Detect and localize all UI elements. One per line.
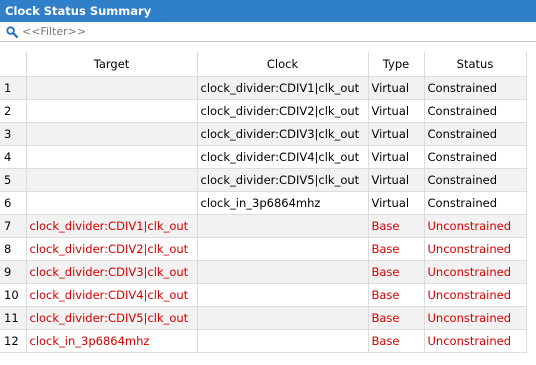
row-index: 5 xyxy=(0,168,27,192)
row-index: 10 xyxy=(0,283,27,307)
column-header-status[interactable]: Status xyxy=(424,51,527,77)
status-cell: Constrained xyxy=(424,145,527,169)
target-cell: clock_divider:CDIV5|clk_out xyxy=(26,306,198,330)
table-row[interactable]: 2 clock_divider:CDIV2|clk_out Virtual Co… xyxy=(0,99,527,123)
row-index: 1 xyxy=(0,76,27,100)
target-cell xyxy=(26,145,198,169)
target-cell xyxy=(26,122,198,146)
column-header-target[interactable]: Target xyxy=(26,51,198,77)
status-cell: Unconstrained xyxy=(424,329,527,353)
row-index: 6 xyxy=(0,191,27,215)
table-row[interactable]: 12 clock_in_3p6864mhz Base Unconstrained xyxy=(0,329,527,353)
type-cell: Base xyxy=(368,283,425,307)
clock-cell: clock_in_3p6864mhz xyxy=(197,191,369,215)
status-cell: Constrained xyxy=(424,191,527,215)
type-cell: Virtual xyxy=(368,76,425,100)
clock-status-table: Target Clock Type Status 1 clock_divider… xyxy=(0,51,527,353)
row-index: 11 xyxy=(0,306,27,330)
target-cell xyxy=(26,168,198,192)
type-cell: Base xyxy=(368,260,425,284)
search-icon[interactable] xyxy=(6,25,18,38)
row-index: 4 xyxy=(0,145,27,169)
status-cell: Unconstrained xyxy=(424,283,527,307)
clock-cell: clock_divider:CDIV3|clk_out xyxy=(197,122,369,146)
table-row[interactable]: 3 clock_divider:CDIV3|clk_out Virtual Co… xyxy=(0,122,527,146)
clock-cell: clock_divider:CDIV5|clk_out xyxy=(197,168,369,192)
table-row[interactable]: 11 clock_divider:CDIV5|clk_out Base Unco… xyxy=(0,306,527,330)
row-index: 12 xyxy=(0,329,27,353)
type-cell: Virtual xyxy=(368,99,425,123)
row-index: 3 xyxy=(0,122,27,146)
target-cell: clock_in_3p6864mhz xyxy=(26,329,198,353)
table-row[interactable]: 7 clock_divider:CDIV1|clk_out Base Uncon… xyxy=(0,214,527,238)
row-index: 9 xyxy=(0,260,27,284)
status-cell: Constrained xyxy=(424,168,527,192)
target-cell: clock_divider:CDIV3|clk_out xyxy=(26,260,198,284)
row-index: 2 xyxy=(0,99,27,123)
clock-cell xyxy=(197,260,369,284)
table-row[interactable]: 10 clock_divider:CDIV4|clk_out Base Unco… xyxy=(0,283,527,307)
status-cell: Unconstrained xyxy=(424,214,527,238)
table-row[interactable]: 9 clock_divider:CDIV3|clk_out Base Uncon… xyxy=(0,260,527,284)
clock-cell: clock_divider:CDIV1|clk_out xyxy=(197,76,369,100)
type-cell: Base xyxy=(368,214,425,238)
target-cell xyxy=(26,191,198,215)
filter-input[interactable] xyxy=(22,25,322,38)
panel-title-bar: Clock Status Summary xyxy=(0,0,536,22)
status-cell: Unconstrained xyxy=(424,260,527,284)
clock-cell xyxy=(197,237,369,261)
type-cell: Virtual xyxy=(368,122,425,146)
column-header-index[interactable] xyxy=(0,51,27,77)
clock-cell xyxy=(197,283,369,307)
table-row[interactable]: 4 clock_divider:CDIV4|clk_out Virtual Co… xyxy=(0,145,527,169)
type-cell: Virtual xyxy=(368,191,425,215)
target-cell: clock_divider:CDIV4|clk_out xyxy=(26,283,198,307)
clock-cell xyxy=(197,214,369,238)
row-index: 8 xyxy=(0,237,27,261)
target-cell: clock_divider:CDIV1|clk_out xyxy=(26,214,198,238)
filter-bar xyxy=(0,22,536,42)
panel-title: Clock Status Summary xyxy=(5,4,152,18)
column-header-type[interactable]: Type xyxy=(368,51,425,77)
status-cell: Unconstrained xyxy=(424,237,527,261)
clock-cell xyxy=(197,306,369,330)
column-header-clock[interactable]: Clock xyxy=(197,51,369,77)
target-cell: clock_divider:CDIV2|clk_out xyxy=(26,237,198,261)
table-row[interactable]: 8 clock_divider:CDIV2|clk_out Base Uncon… xyxy=(0,237,527,261)
clock-cell: clock_divider:CDIV2|clk_out xyxy=(197,99,369,123)
header-row: Target Clock Type Status xyxy=(0,51,527,77)
row-index: 7 xyxy=(0,214,27,238)
type-cell: Virtual xyxy=(368,145,425,169)
clock-cell xyxy=(197,329,369,353)
status-cell: Constrained xyxy=(424,76,527,100)
target-cell xyxy=(26,76,198,100)
status-cell: Unconstrained xyxy=(424,306,527,330)
type-cell: Base xyxy=(368,237,425,261)
status-cell: Constrained xyxy=(424,122,527,146)
status-cell: Constrained xyxy=(424,99,527,123)
table-row[interactable]: 6 clock_in_3p6864mhz Virtual Constrained xyxy=(0,191,527,215)
target-cell xyxy=(26,99,198,123)
type-cell: Virtual xyxy=(368,168,425,192)
type-cell: Base xyxy=(368,329,425,353)
table-row[interactable]: 5 clock_divider:CDIV5|clk_out Virtual Co… xyxy=(0,168,527,192)
clock-cell: clock_divider:CDIV4|clk_out xyxy=(197,145,369,169)
table-row[interactable]: 1 clock_divider:CDIV1|clk_out Virtual Co… xyxy=(0,76,527,100)
type-cell: Base xyxy=(368,306,425,330)
